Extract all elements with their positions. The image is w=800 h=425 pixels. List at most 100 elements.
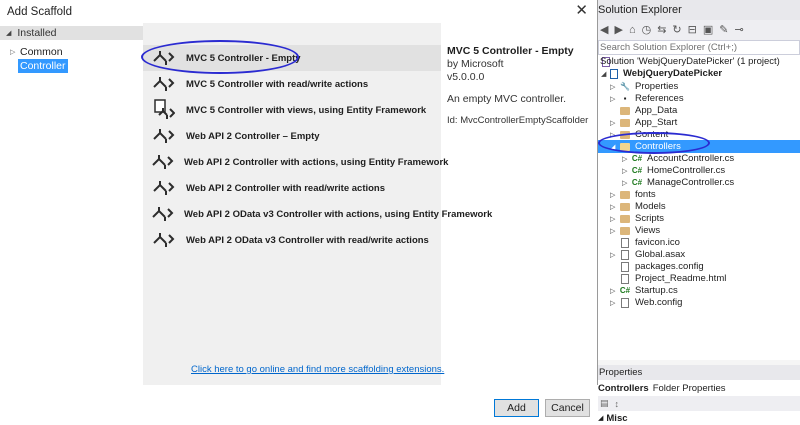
csharp-file-icon: C# bbox=[631, 178, 643, 187]
add-scaffold-dialog: Add Scaffold ✕ ◢ Installed ▷ Common Cont… bbox=[0, 0, 598, 425]
categorized-icon[interactable]: ▤ bbox=[600, 398, 609, 409]
template-label: Web API 2 Controller with actions, using… bbox=[184, 156, 449, 168]
properties-wrench-icon[interactable]: ✎ bbox=[719, 24, 728, 36]
tree-node-label: WebjQueryDatePicker bbox=[623, 68, 723, 79]
tree-node-label: App_Start bbox=[635, 117, 678, 128]
history-icon[interactable]: ◷ bbox=[642, 24, 652, 36]
alphabetical-icon[interactable]: ↕ bbox=[615, 399, 620, 409]
expand-arrow-icon[interactable]: ▷ bbox=[610, 287, 615, 295]
tree-node-label: packages.config bbox=[635, 261, 704, 272]
details-author: by Microsoft bbox=[447, 58, 504, 70]
properties-object-selector[interactable]: Controllers Folder Properties bbox=[598, 380, 800, 396]
tree-node-label: Global.asax bbox=[635, 249, 686, 260]
add-button[interactable]: Add bbox=[494, 399, 539, 417]
collapse-all-icon[interactable]: ⊟ bbox=[688, 24, 697, 36]
close-icon[interactable]: ✕ bbox=[575, 3, 588, 19]
template-item[interactable]: Web API 2 OData v3 Controller with actio… bbox=[143, 201, 492, 227]
expand-arrow-icon[interactable]: ▷ bbox=[610, 83, 615, 91]
properties-selected-item: Controllers bbox=[598, 382, 649, 394]
controller-views-icon bbox=[152, 99, 176, 121]
template-label: Web API 2 OData v3 Controller with read/… bbox=[186, 234, 429, 246]
details-version: v5.0.0.0 bbox=[447, 71, 485, 83]
tree-item-label: Common bbox=[20, 46, 63, 58]
show-all-files-icon[interactable]: ▣ bbox=[703, 24, 713, 36]
expand-arrow-icon[interactable]: ▷ bbox=[610, 299, 615, 307]
template-label: MVC 5 Controller with views, using Entit… bbox=[186, 104, 427, 116]
expand-arrow-icon[interactable]: ▷ bbox=[610, 215, 615, 223]
references-icon: ▪ bbox=[623, 94, 627, 103]
category-tree: ◢ Installed ▷ Common Controller bbox=[0, 23, 143, 425]
folder-icon bbox=[620, 202, 630, 211]
tree-item-controller[interactable]: Controller bbox=[18, 59, 68, 73]
details-title: MVC 5 Controller - Empty bbox=[447, 45, 574, 57]
controller-icon bbox=[152, 73, 176, 95]
expand-arrow-icon[interactable]: ▷ bbox=[610, 203, 615, 211]
template-item[interactable]: MVC 5 Controller with read/write actions bbox=[143, 71, 441, 97]
tree-node-label: HomeController.cs bbox=[647, 165, 726, 176]
csharp-file-icon: C# bbox=[619, 286, 631, 295]
template-item[interactable]: MVC 5 Controller with views, using Entit… bbox=[143, 97, 441, 123]
template-item[interactable]: Web API 2 OData v3 Controller with read/… bbox=[143, 227, 441, 253]
details-id: Id: MvcControllerEmptyScaffolder bbox=[447, 115, 589, 126]
expand-arrow-icon[interactable]: ▷ bbox=[622, 167, 627, 175]
tree-node[interactable]: ▷ Web.config bbox=[598, 296, 800, 309]
solution-explorer: Solution Explorer ◀ ▶ ⌂ ◷ ⇆ ↻ ⊟ ▣ ✎ ⊸ Se… bbox=[598, 0, 800, 425]
properties-category[interactable]: ◢ Misc bbox=[598, 411, 800, 425]
expand-arrow-icon[interactable]: ▷ bbox=[10, 48, 20, 56]
project-node[interactable]: ◢ WebjQueryDatePicker bbox=[598, 67, 800, 80]
tree-node-label: Views bbox=[635, 225, 661, 236]
expand-arrow-icon[interactable]: ▷ bbox=[610, 227, 615, 235]
expand-arrow-icon[interactable]: ▷ bbox=[622, 155, 627, 163]
tree-node-label: References bbox=[635, 93, 684, 104]
expand-arrow-icon[interactable]: ▷ bbox=[622, 179, 627, 187]
refresh-icon[interactable]: ↻ bbox=[672, 24, 681, 36]
controller-icon bbox=[152, 229, 176, 251]
collapse-arrow-icon[interactable]: ◢ bbox=[6, 29, 11, 37]
category-label: Misc bbox=[606, 412, 628, 424]
tree-node-label: Web.config bbox=[635, 297, 683, 308]
sync-icon[interactable]: ⇆ bbox=[657, 24, 666, 36]
home-icon[interactable]: ⌂ bbox=[629, 24, 636, 36]
online-extensions-link[interactable]: Click here to go online and find more sc… bbox=[191, 364, 444, 375]
template-item[interactable]: Web API 2 Controller with read/write act… bbox=[143, 175, 441, 201]
file-icon bbox=[620, 237, 630, 248]
properties-toolbar: ▤ ↕ bbox=[598, 396, 800, 411]
file-icon bbox=[620, 261, 630, 272]
dialog-title: Add Scaffold bbox=[7, 5, 73, 18]
forward-icon[interactable]: ▶ bbox=[614, 24, 622, 36]
template-label: MVC 5 Controller with read/write actions bbox=[186, 78, 369, 90]
dialog-titlebar: Add Scaffold ✕ bbox=[0, 0, 598, 23]
tree-node-label: Solution 'WebjQueryDatePicker' (1 projec… bbox=[600, 56, 780, 67]
tree-node-label: favicon.ico bbox=[635, 237, 680, 248]
expand-arrow-icon[interactable]: ▷ bbox=[610, 191, 615, 199]
csharp-file-icon: C# bbox=[631, 154, 643, 163]
back-icon[interactable]: ◀ bbox=[600, 24, 608, 36]
tree-item-label: Controller bbox=[20, 60, 66, 72]
controller-icon bbox=[152, 177, 176, 199]
online-link-area: Click here to go online and find more sc… bbox=[143, 351, 444, 385]
cancel-button[interactable]: Cancel bbox=[545, 399, 590, 417]
preview-icon[interactable]: ⊸ bbox=[734, 24, 743, 36]
tree-header-installed[interactable]: ◢ Installed bbox=[0, 26, 143, 40]
template-item[interactable]: Web API 2 Controller – Empty bbox=[143, 123, 441, 149]
solution-explorer-search-input[interactable]: Search Solution Explorer (Ctrl+;) bbox=[598, 40, 800, 55]
controller-icon bbox=[152, 203, 174, 225]
csharp-file-icon: C# bbox=[631, 166, 643, 175]
expand-arrow-icon[interactable]: ▷ bbox=[610, 251, 615, 259]
dialog-footer: Add Cancel bbox=[0, 385, 598, 425]
tree-node-label: fonts bbox=[635, 189, 656, 200]
details-pane: MVC 5 Controller - Empty by Microsoft v5… bbox=[441, 23, 598, 383]
controller-icon bbox=[152, 125, 176, 147]
collapse-arrow-icon[interactable]: ◢ bbox=[601, 70, 606, 78]
expand-arrow-icon[interactable]: ▷ bbox=[610, 119, 615, 127]
annotation-circle bbox=[141, 40, 299, 74]
template-label: Web API 2 Controller – Empty bbox=[186, 130, 320, 142]
folder-icon bbox=[620, 106, 630, 115]
tree-node-label: Startup.cs bbox=[635, 285, 678, 296]
template-item[interactable]: Web API 2 Controller with actions, using… bbox=[143, 149, 448, 175]
details-description: An empty MVC controller. bbox=[447, 93, 567, 105]
expand-arrow-icon[interactable]: ▷ bbox=[610, 95, 615, 103]
solution-tree: Solution 'WebjQueryDatePicker' (1 projec… bbox=[598, 55, 800, 360]
tree-item-common[interactable]: ▷ Common bbox=[10, 46, 63, 58]
collapse-arrow-icon[interactable]: ◢ bbox=[598, 414, 603, 422]
